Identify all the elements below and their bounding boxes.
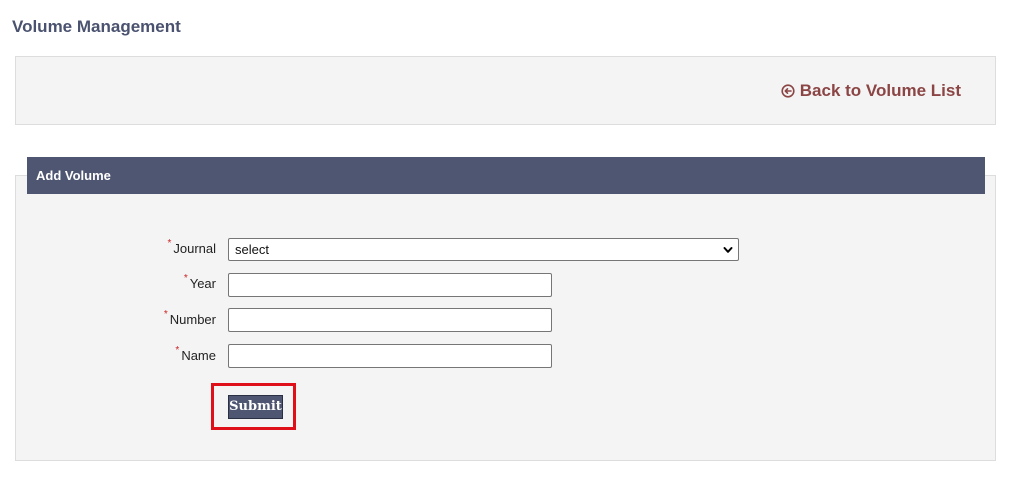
year-label: * Year <box>183 273 216 291</box>
form-header: Add Volume <box>27 157 985 194</box>
number-input[interactable] <box>228 308 552 332</box>
top-panel: Back to Volume List <box>15 56 996 125</box>
circle-arrow-left-icon <box>781 84 795 98</box>
journal-select-value: select <box>235 242 269 257</box>
year-input[interactable] <box>228 273 552 297</box>
submit-button[interactable]: Submit <box>228 395 283 419</box>
required-marker: * <box>175 345 180 356</box>
back-link-label: Back to Volume List <box>799 81 961 100</box>
number-label: * Number <box>163 309 216 327</box>
page-title: Volume Management <box>12 17 181 36</box>
required-marker: * <box>167 238 172 249</box>
chevron-down-icon <box>723 247 733 253</box>
back-to-volume-list-link[interactable]: Back to Volume List <box>781 81 961 101</box>
required-marker: * <box>163 309 168 320</box>
name-label: * Name <box>175 345 216 363</box>
required-marker: * <box>183 273 188 284</box>
journal-select[interactable]: select <box>228 238 739 261</box>
name-input[interactable] <box>228 344 552 368</box>
journal-label: * Journal <box>167 238 216 256</box>
